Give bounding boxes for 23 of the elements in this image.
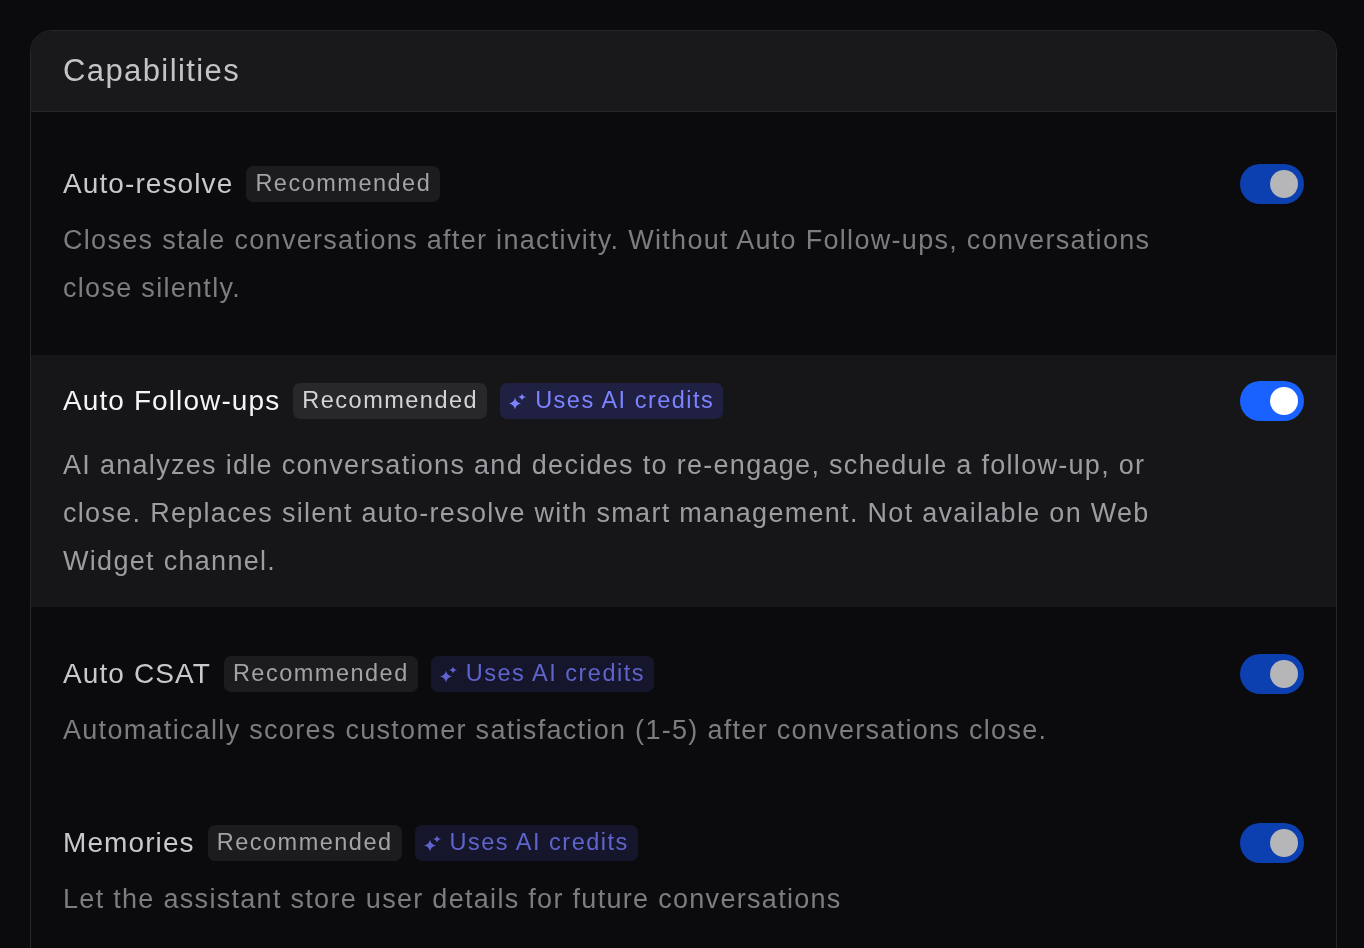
capability-name: Auto-resolve <box>63 167 234 201</box>
capability-description: AI analyzes idle conversations and decides to re-engage, schedule a follow-up, or close. Replaces silent auto-resolve with smart management. Not available on Web Widget channel. <box>63 449 1151 578</box>
toggle-switch[interactable] <box>1240 823 1304 863</box>
recommended-badge: Recommended <box>246 166 441 202</box>
recommended-badge: Recommended <box>207 825 402 861</box>
toggle-switch[interactable] <box>1240 381 1304 421</box>
sparkle-icon <box>439 665 457 683</box>
ai-credits-badge: Uses AI credits <box>414 825 638 861</box>
capability-name: Auto CSAT <box>63 657 211 691</box>
toggle-switch[interactable] <box>1240 654 1304 694</box>
toggle-switch[interactable] <box>1240 164 1304 204</box>
capability-name: Auto Follow-ups <box>63 384 281 418</box>
capability-description: Let the assistant store user details for future conversations <box>63 883 842 916</box>
sparkle-icon <box>509 392 527 410</box>
capability-name: Memories <box>63 826 195 860</box>
ai-credits-badge: Uses AI credits <box>500 383 724 419</box>
recommended-badge: Recommended <box>223 656 418 692</box>
card-title: Capabilities <box>63 52 241 90</box>
sparkle-icon <box>423 834 441 852</box>
capability-description: Closes stale conversations after inactivity. Without Auto Follow-ups, conversations close silently. <box>63 224 1152 305</box>
capability-description: Automatically scores customer satisfaction (1-5) after conversations close. <box>63 714 1048 747</box>
ai-credits-badge: Uses AI credits <box>430 656 654 692</box>
recommended-badge: Recommended <box>293 383 488 419</box>
